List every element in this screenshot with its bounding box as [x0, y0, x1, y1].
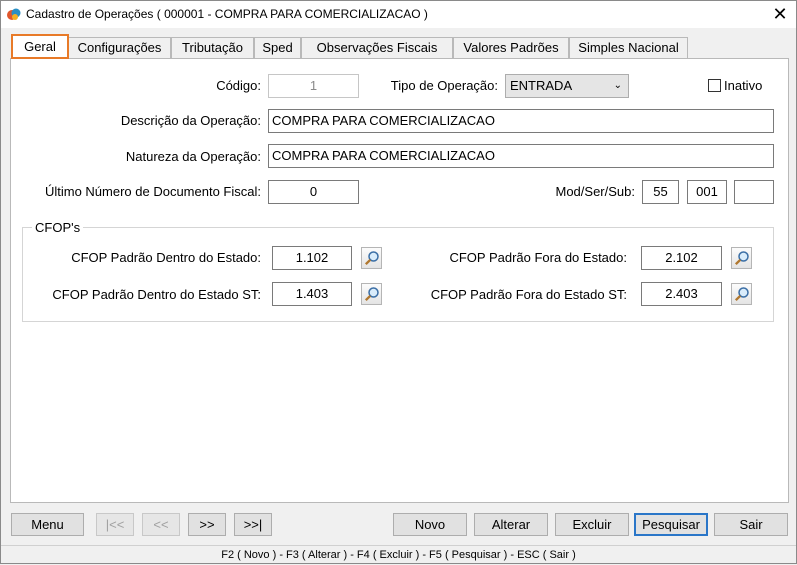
inativo-label: Inativo: [724, 78, 763, 93]
sair-button[interactable]: Sair: [714, 513, 788, 536]
tab-panel-geral: Código: 1 Tipo de Operação: ENTRADA ⌄ In…: [10, 58, 789, 503]
cfop-fora-st-search-button[interactable]: [731, 283, 752, 305]
cfop-dentro-field[interactable]: 1.102: [272, 246, 352, 270]
chevron-down-icon: ⌄: [613, 80, 622, 91]
dialog-window: Cadastro de Operações ( 000001 - COMPRA …: [0, 0, 797, 564]
descricao-field[interactable]: COMPRA PARA COMERCIALIZACAO: [268, 109, 774, 133]
tab-observacoes-fiscais[interactable]: Observações Fiscais: [301, 37, 453, 59]
tab-configuracoes[interactable]: Configurações: [68, 37, 171, 59]
cfop-group-title: CFOP's: [32, 220, 84, 235]
ser-field[interactable]: 001: [687, 180, 727, 204]
first-record-button[interactable]: |<<: [96, 513, 134, 536]
tab-valores-padroes[interactable]: Valores Padrões: [453, 37, 569, 59]
descricao-label: Descrição da Operação:: [120, 113, 261, 128]
novo-button[interactable]: Novo: [393, 513, 467, 536]
tab-tributacao[interactable]: Tributação: [171, 37, 254, 59]
pesquisar-button[interactable]: Pesquisar: [634, 513, 708, 536]
natureza-label: Natureza da Operação:: [125, 149, 261, 164]
magnifier-icon: [734, 251, 749, 266]
excluir-button[interactable]: Excluir: [555, 513, 629, 536]
cfop-dentro-st-field[interactable]: 1.403: [272, 282, 352, 306]
codigo-label: Código:: [216, 78, 261, 93]
ultimo-numero-label: Último Número de Documento Fiscal:: [44, 184, 261, 199]
cfop-dentro-st-search-button[interactable]: [361, 283, 382, 305]
ultimo-numero-field[interactable]: 0: [268, 180, 359, 204]
title-bar: Cadastro de Operações ( 000001 - COMPRA …: [1, 1, 796, 28]
natureza-field[interactable]: COMPRA PARA COMERCIALIZACAO: [268, 144, 774, 168]
tab-sped[interactable]: Sped: [254, 37, 301, 59]
codigo-field[interactable]: 1: [268, 74, 359, 98]
cfop-fora-label: CFOP Padrão Fora do Estado:: [449, 250, 627, 265]
alterar-button[interactable]: Alterar: [474, 513, 548, 536]
magnifier-icon: [734, 287, 749, 302]
app-icon: [7, 8, 21, 20]
mod-field[interactable]: 55: [642, 180, 679, 204]
cfop-fora-search-button[interactable]: [731, 247, 752, 269]
previous-record-button[interactable]: <<: [142, 513, 180, 536]
tab-simples-nacional[interactable]: Simples Nacional: [569, 37, 688, 59]
cfop-fora-st-label: CFOP Padrão Fora do Estado ST:: [430, 287, 627, 302]
shortcut-status-bar: F2 ( Novo ) - F3 ( Alterar ) - F4 ( Excl…: [1, 545, 796, 564]
cfop-fora-st-field[interactable]: 2.403: [641, 282, 722, 306]
magnifier-icon: [364, 287, 379, 302]
cfop-dentro-label: CFOP Padrão Dentro do Estado:: [71, 250, 261, 265]
tipo-operacao-label: Tipo de Operação:: [390, 78, 498, 93]
tipo-operacao-select[interactable]: ENTRADA ⌄: [505, 74, 629, 98]
cfop-fora-field[interactable]: 2.102: [641, 246, 722, 270]
inativo-checkbox[interactable]: [708, 79, 721, 92]
next-record-button[interactable]: >>: [188, 513, 226, 536]
cfop-groupbox: [22, 227, 774, 322]
cfop-dentro-st-label: CFOP Padrão Dentro do Estado ST:: [52, 287, 261, 302]
mod-ser-sub-label: Mod/Ser/Sub:: [555, 184, 636, 199]
tipo-operacao-value: ENTRADA: [510, 78, 573, 93]
cfop-dentro-search-button[interactable]: [361, 247, 382, 269]
tab-geral[interactable]: Geral: [11, 34, 69, 59]
window-title: Cadastro de Operações ( 000001 - COMPRA …: [26, 7, 428, 21]
close-icon[interactable]: ✕: [768, 3, 792, 25]
last-record-button[interactable]: >>|: [234, 513, 272, 536]
sub-field[interactable]: [734, 180, 774, 204]
menu-button[interactable]: Menu: [11, 513, 84, 536]
magnifier-icon: [364, 251, 379, 266]
